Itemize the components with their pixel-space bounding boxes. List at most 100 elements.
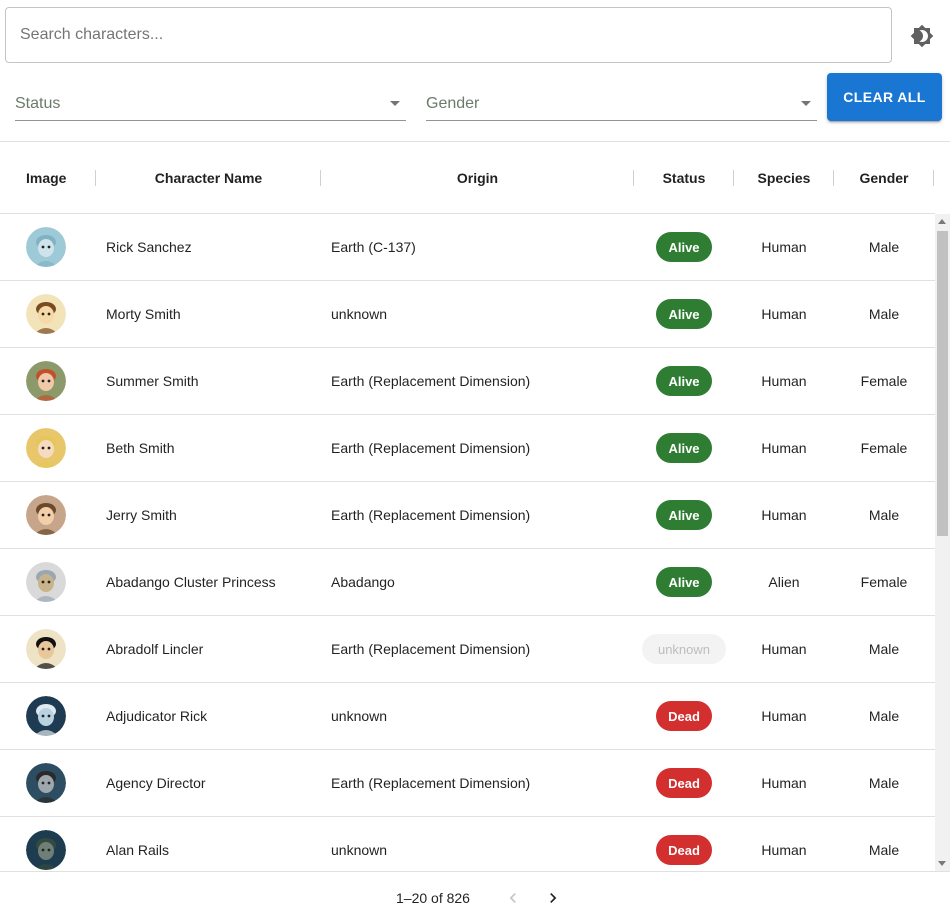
character-origin: Abadango: [331, 574, 395, 590]
image-cell: [0, 549, 96, 615]
character-origin: unknown: [331, 842, 388, 858]
brightness-icon: [910, 24, 934, 48]
character-species: Human: [761, 708, 807, 724]
character-name: Agency Director: [106, 775, 206, 791]
status-badge: Alive: [656, 299, 712, 329]
table-row[interactable]: Jerry Smith Earth (Replacement Dimension…: [0, 482, 935, 549]
column-header-label: Origin: [456, 169, 499, 186]
character-name: Adjudicator Rick: [106, 708, 208, 724]
column-header-status[interactable]: Status: [634, 142, 734, 213]
origin-cell: Earth (C-137): [321, 214, 634, 280]
status-badge: Dead: [656, 701, 712, 731]
next-page-button[interactable]: [539, 884, 567, 912]
clear-all-button[interactable]: CLEAR ALL: [827, 73, 942, 121]
characters-grid: Image Character Name Origin Status Speci…: [0, 141, 950, 922]
column-header-label: Character Name: [154, 169, 263, 186]
character-species: Human: [761, 440, 807, 456]
table-row[interactable]: Alan Rails unknown Dead Human Male: [0, 817, 935, 871]
scrollbar-thumb[interactable]: [937, 231, 948, 536]
scroll-down-icon[interactable]: [938, 861, 946, 866]
column-header-gender[interactable]: Gender: [834, 142, 934, 213]
origin-cell: Earth (Replacement Dimension): [321, 482, 634, 548]
table-row[interactable]: Agency Director Earth (Replacement Dimen…: [0, 750, 935, 817]
status-badge: Alive: [656, 433, 712, 463]
image-cell: [0, 616, 96, 682]
agency-avatar: [26, 763, 66, 803]
chevron-right-icon: [550, 893, 557, 903]
column-header-label: Species: [757, 169, 811, 186]
status-filter-select[interactable]: Status: [15, 83, 406, 121]
gender-filter-select[interactable]: Gender: [426, 83, 817, 121]
name-cell: Alan Rails: [96, 817, 321, 871]
origin-cell: unknown: [321, 817, 634, 871]
species-cell: Human: [734, 683, 834, 749]
character-gender: Female: [860, 440, 908, 456]
character-species: Human: [761, 507, 807, 523]
image-cell: [0, 683, 96, 749]
species-cell: Human: [734, 616, 834, 682]
character-species: Human: [761, 641, 807, 657]
column-header-label: Status: [662, 169, 706, 186]
character-name: Alan Rails: [106, 842, 170, 858]
abradolf-avatar: [26, 629, 66, 669]
image-cell: [0, 348, 96, 414]
table-row[interactable]: Summer Smith Earth (Replacement Dimensio…: [0, 348, 935, 415]
table-row[interactable]: Abradolf Lincler Earth (Replacement Dime…: [0, 616, 935, 683]
character-species: Human: [761, 775, 807, 791]
gender-cell: Male: [834, 482, 934, 548]
species-cell: Human: [734, 482, 834, 548]
table-row[interactable]: Rick Sanchez Earth (C-137) Alive Human M…: [0, 214, 935, 281]
character-origin: Earth (Replacement Dimension): [331, 641, 531, 657]
status-cell: Dead: [634, 817, 734, 871]
character-origin: Earth (Replacement Dimension): [331, 507, 531, 523]
status-cell: Alive: [634, 482, 734, 548]
gender-cell: Male: [834, 750, 934, 816]
column-header-character-name[interactable]: Character Name: [96, 142, 321, 213]
scroll-up-icon[interactable]: [938, 219, 946, 224]
table-row[interactable]: Morty Smith unknown Alive Human Male: [0, 281, 935, 348]
status-cell: Dead: [634, 683, 734, 749]
character-species: Human: [761, 373, 807, 389]
status-cell: Alive: [634, 415, 734, 481]
vertical-scrollbar[interactable]: [935, 214, 950, 871]
character-name: Summer Smith: [106, 373, 199, 389]
image-cell: [0, 817, 96, 871]
character-name: Morty Smith: [106, 306, 181, 322]
column-header-image[interactable]: Image: [0, 142, 96, 213]
origin-cell: Earth (Replacement Dimension): [321, 750, 634, 816]
species-cell: Human: [734, 817, 834, 871]
character-gender: Female: [860, 373, 908, 389]
species-cell: Human: [734, 281, 834, 347]
species-cell: Human: [734, 750, 834, 816]
name-cell: Morty Smith: [96, 281, 321, 347]
gender-cell: Female: [834, 415, 934, 481]
alan-avatar: [26, 830, 66, 870]
previous-page-button[interactable]: [499, 884, 527, 912]
gender-cell: Male: [834, 281, 934, 347]
character-name: Abradolf Lincler: [106, 641, 204, 657]
character-origin: unknown: [331, 306, 388, 322]
status-cell: Alive: [634, 214, 734, 280]
table-row[interactable]: Adjudicator Rick unknown Dead Human Male: [0, 683, 935, 750]
chevron-left-icon: [509, 893, 516, 903]
pagination-range: 1–20 of 826: [396, 890, 470, 906]
search-field[interactable]: [5, 7, 892, 63]
character-gender: Male: [868, 306, 900, 322]
gender-filter-label: Gender: [426, 95, 480, 112]
chevron-down-icon: [390, 101, 400, 106]
grid-body[interactable]: Rick Sanchez Earth (C-137) Alive Human M…: [0, 214, 935, 871]
table-row[interactable]: Abadango Cluster Princess Abadango Alive…: [0, 549, 935, 616]
search-input[interactable]: [6, 8, 891, 62]
character-origin: unknown: [331, 708, 388, 724]
theme-toggle-button[interactable]: [900, 14, 944, 58]
origin-cell: Earth (Replacement Dimension): [321, 415, 634, 481]
table-row[interactable]: Beth Smith Earth (Replacement Dimension)…: [0, 415, 935, 482]
column-header-species[interactable]: Species: [734, 142, 834, 213]
column-header-origin[interactable]: Origin: [321, 142, 634, 213]
character-gender: Male: [868, 641, 900, 657]
character-gender: Male: [868, 708, 900, 724]
status-badge: Alive: [656, 232, 712, 262]
species-cell: Human: [734, 415, 834, 481]
character-name: Jerry Smith: [106, 507, 177, 523]
species-cell: Human: [734, 348, 834, 414]
